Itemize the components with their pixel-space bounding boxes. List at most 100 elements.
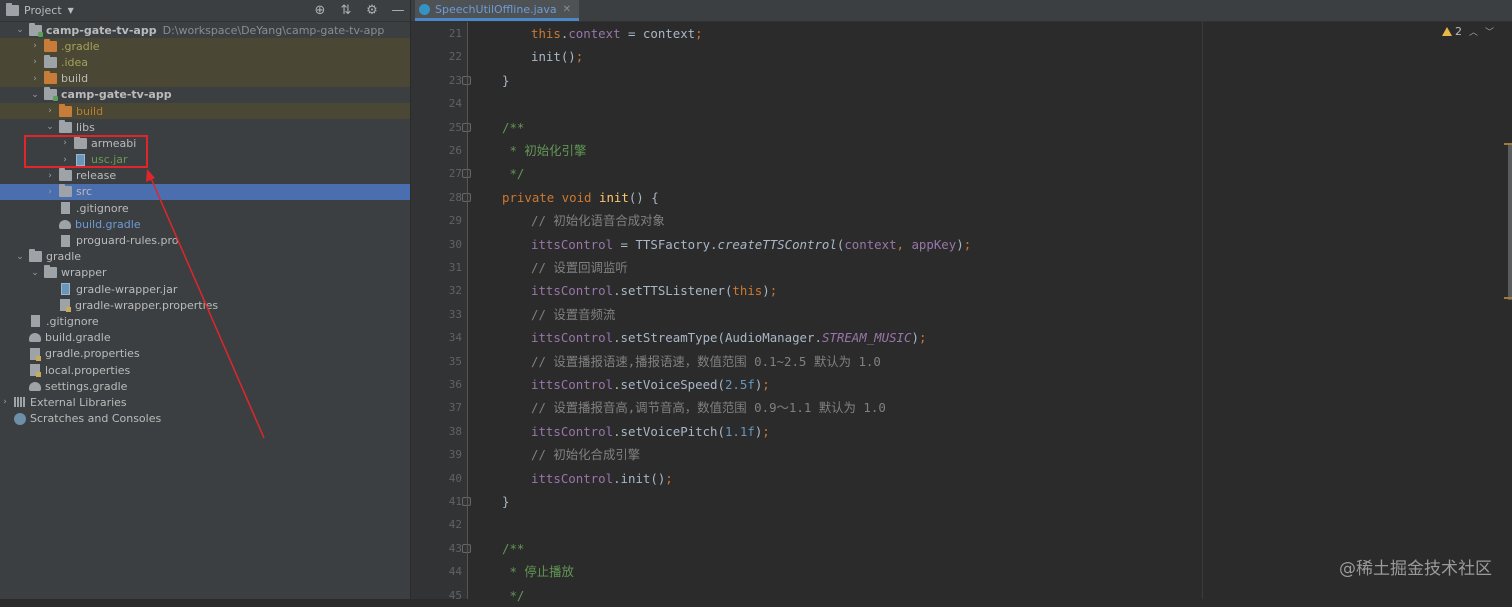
code-token: /** (502, 119, 525, 135)
minimize-icon[interactable]: — (390, 2, 406, 18)
chevron-right-icon[interactable]: › (30, 57, 40, 67)
scrollbar-thumb[interactable] (1508, 145, 1512, 300)
tree-item-label: .gitignore (46, 314, 99, 328)
tree-item[interactable]: local.properties (0, 362, 410, 378)
gear-icon[interactable]: ⚙ (364, 2, 380, 18)
code-line: * 停止播放 (502, 560, 574, 583)
line-number: 41 (448, 495, 462, 508)
project-folder-icon (6, 3, 19, 16)
code-token: ; (918, 330, 927, 346)
tree-item-label: build (61, 72, 89, 86)
code-token: ittsControl (531, 423, 614, 439)
tree-item[interactable]: ⌄ wrapper (0, 265, 410, 281)
tree-item[interactable]: › src (0, 183, 410, 201)
tree-item-label: External Libraries (30, 395, 127, 409)
tree-item[interactable]: › .idea (0, 54, 410, 71)
code-token: */ (502, 166, 525, 182)
line-number: 26 (448, 144, 462, 157)
folder-icon (59, 184, 72, 198)
chevron-right-icon[interactable]: › (0, 397, 10, 407)
line-number: 25 (448, 120, 462, 134)
code-token: ) (762, 283, 770, 299)
tree-item[interactable]: ⌄ gradle (0, 249, 410, 265)
tree-item-label: Scratches and Consoles (30, 412, 162, 426)
chevron-down-icon[interactable]: ﹀ (1485, 25, 1494, 38)
locate-icon[interactable]: ⊕ (312, 2, 328, 18)
tree-item[interactable]: › build (0, 102, 410, 120)
tree-item[interactable]: gradle-wrapper.properties (0, 297, 410, 313)
code-token: ; (963, 236, 972, 252)
code-token: // 设置回调监听 (531, 260, 628, 275)
gradle-icon (29, 381, 41, 391)
module-folder-icon (29, 22, 43, 37)
tree-item[interactable]: gradle.properties (0, 346, 410, 362)
tree-item[interactable]: build.gradle (0, 216, 410, 232)
tree-item[interactable]: Scratches and Consoles (0, 411, 410, 427)
code-token: /** (502, 540, 525, 556)
chevron-right-icon[interactable]: › (60, 155, 70, 165)
chevron-right-icon[interactable]: › (45, 187, 55, 197)
code-token: () { (628, 189, 659, 205)
tree-item[interactable]: › build (0, 70, 410, 87)
code-token: ; (665, 470, 673, 486)
code-line: /** (502, 116, 524, 139)
tree-item[interactable]: .gitignore (0, 200, 410, 216)
tab-speechutiloffline[interactable]: SpeechUtilOffline.java ✕ (415, 0, 580, 21)
file-icon (31, 315, 40, 328)
folder-icon (29, 249, 42, 263)
chevron-right-icon[interactable]: › (30, 74, 40, 84)
inspection-widget[interactable]: 2 ︿ ﹀ (1441, 25, 1494, 38)
code-line: // 设置播报音高,调节音高，数值范围 0.9～1.1 默认为 1.0 (531, 396, 886, 419)
chevron-down-icon[interactable]: ⌄ (15, 252, 25, 262)
code-token: ittsControl (531, 377, 614, 392)
tree-item[interactable]: › External Libraries (0, 394, 410, 410)
chevron-right-icon[interactable]: › (30, 41, 40, 51)
tree-item[interactable]: ⌄ camp-gate-tv-app (0, 87, 410, 103)
chevron-down-icon[interactable]: ⌄ (30, 268, 40, 278)
chevron-right-icon[interactable]: › (60, 138, 70, 148)
code-line: // 初始化语音合成对象 (531, 209, 665, 232)
tree-item[interactable]: build.gradle (0, 330, 410, 346)
chevron-right-icon[interactable]: › (45, 171, 55, 181)
code-line: */ (502, 584, 524, 607)
code-token: context (568, 26, 621, 41)
code-line: ittsControl = TTSFactory.createTTSContro… (531, 233, 971, 256)
tree-item[interactable]: › release (0, 168, 410, 184)
line-number: 30 (448, 237, 462, 251)
tree-item-label: gradle (46, 250, 82, 264)
tree-item[interactable]: › usc.jar (0, 152, 410, 168)
tree-item[interactable]: proguard-rules.pro (0, 232, 410, 248)
line-number: 33 (448, 307, 462, 321)
line-number: 42 (448, 518, 462, 532)
chevron-down-icon[interactable]: ⌄ (30, 90, 40, 100)
tree-item[interactable]: › .gradle (0, 38, 410, 55)
scratches-icon (14, 412, 26, 425)
tree-item[interactable]: ⌄ libs (0, 119, 410, 135)
collapse-icon[interactable]: ⇅ (338, 2, 354, 18)
folder-orange-icon (59, 103, 72, 117)
project-panel: Project ▼ ⊕ ⇅ ⚙ — ⌄ camp-gate-tv-app D:\wo… (0, 0, 410, 599)
properties-icon (30, 347, 41, 361)
tree-item-label: local.properties (45, 363, 131, 377)
chevron-down-icon[interactable]: ⌄ (15, 25, 25, 35)
code-token: STREAM_MUSIC (821, 330, 912, 346)
close-icon[interactable]: ✕ (563, 4, 571, 15)
tree-item[interactable]: settings.gradle (0, 378, 410, 394)
tree-item[interactable]: gradle-wrapper.jar (0, 281, 410, 297)
code-token: = TTSFactory. (613, 236, 718, 252)
project-view-selector[interactable]: Project ▼ (6, 3, 74, 17)
line-number: 31 (448, 261, 462, 274)
tree-item[interactable]: › armeabi (0, 135, 410, 151)
tree-item[interactable]: ⌄ camp-gate-tv-app D:\workspace\DeYang\cam… (0, 22, 410, 38)
code-token: ittsControl (531, 470, 614, 486)
code-line: init(); (531, 45, 583, 68)
code-line: } (502, 69, 509, 92)
folder-icon (59, 119, 72, 133)
chevron-down-icon[interactable]: ⌄ (45, 122, 55, 132)
tree-item[interactable]: .gitignore (0, 313, 410, 329)
code-token: ) (956, 236, 964, 252)
chevron-right-icon[interactable]: › (45, 106, 55, 116)
watermark: @稀土掘金技术社区 (1339, 559, 1492, 579)
code-line: ittsControl.setStreamType(AudioManager.S… (531, 326, 926, 349)
chevron-up-icon[interactable]: ︿ (1469, 25, 1478, 38)
